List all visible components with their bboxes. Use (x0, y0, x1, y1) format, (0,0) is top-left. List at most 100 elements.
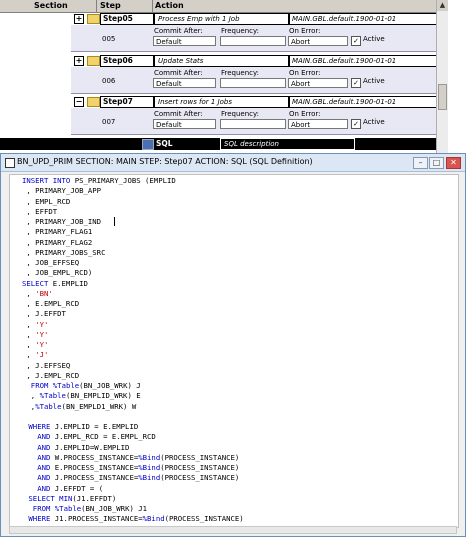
sql-line[interactable]: , PRIMARY_JOB_IND (22, 217, 101, 226)
sql-keyword: %Bind (142, 514, 165, 524)
scroll-thumb[interactable] (438, 84, 447, 110)
sql-text: (J1.EFFDT) (72, 493, 117, 503)
sql-line[interactable]: , PRIMARY_JOBS_SRC (22, 248, 105, 257)
sql-line[interactable]: , JOB_EFFSEQ (22, 258, 79, 267)
sql-text: E.PROCESS_INSTANCE= (50, 463, 139, 472)
sql-line[interactable]: , 'J' (22, 350, 48, 359)
sql-line[interactable]: FROM %Table(BN_JOB_WRK) J (22, 381, 141, 390)
sql-line[interactable]: , PRIMARY_FLAG2 (22, 238, 92, 247)
sql-line[interactable]: SELECT MIN(J1.EFFDT) (24, 494, 116, 503)
window-titlebar[interactable]: BN_UPD_PRIM SECTION: MAIN STEP: Step07 A… (1, 154, 465, 172)
sql-text: , (22, 350, 36, 360)
sql-line[interactable]: AND E.PROCESS_INSTANCE=%Bind(PROCESS_INS… (24, 463, 239, 472)
column-header-section[interactable]: Section (34, 1, 68, 10)
step-description[interactable]: Update Stats (154, 55, 289, 67)
window-app-icon (5, 158, 15, 168)
grid-vertical-scrollbar[interactable]: ▲ (436, 0, 448, 153)
sql-keyword: MIN (59, 493, 73, 503)
sql-line[interactable]: AND W.PROCESS_INSTANCE=%Bind(PROCESS_INS… (24, 453, 239, 462)
column-header-step[interactable]: Step (100, 1, 121, 10)
sql-line[interactable]: , 'Y' (22, 340, 48, 349)
on-error-select[interactable]: Abort (288, 119, 348, 129)
sql-text: J1.PROCESS_INSTANCE= (50, 514, 143, 524)
sql-keyword: SELECT (22, 278, 49, 288)
sql-line[interactable]: , PRIMARY_JOB_APP (22, 186, 101, 195)
step-block[interactable]: + Step05 Process Emp with 1 Job MAIN.GBL.de… (71, 13, 441, 53)
on-error-select[interactable]: Abort (288, 36, 348, 46)
sql-line[interactable]: , %Table(BN_EMPLID_WRK) E (22, 391, 141, 400)
sql-line[interactable]: AND J.EMPL_RCD = E.EMPL_RCD (24, 432, 156, 441)
sql-keyword: WHERE (28, 422, 51, 431)
commit-after-label: Commit After: (154, 27, 203, 35)
sql-string-literal: 'Y' (35, 319, 49, 329)
active-checkbox[interactable]: ✓ (351, 119, 361, 129)
scroll-up-arrow-icon[interactable]: ▲ (437, 0, 448, 11)
editor-horizontal-scrollbar[interactable] (9, 526, 457, 534)
maximize-button[interactable]: □ (429, 157, 444, 169)
expand-toggle-icon[interactable]: + (74, 14, 84, 24)
step-description[interactable]: Insert rows for 1 Jobs (154, 96, 289, 108)
on-error-label: On Error: (289, 69, 321, 77)
expand-toggle-icon[interactable]: + (74, 56, 84, 66)
sql-line[interactable]: , EFFDT (22, 207, 57, 216)
sql-line[interactable]: SELECT E.EMPLID (22, 279, 88, 288)
commit-after-select[interactable]: Default (153, 78, 216, 88)
close-button[interactable]: ✕ (446, 157, 461, 169)
sql-line[interactable]: , E.EMPL_RCD (22, 299, 79, 308)
step-name[interactable]: Step05 (100, 13, 154, 25)
active-label: Active (363, 77, 385, 85)
sql-line[interactable]: , J.EMPL_RCD (22, 371, 79, 380)
program-flow-grid: Section Step Action + Step05 Process Emp w… (0, 0, 474, 153)
sql-text: , J.EFFDT (22, 309, 66, 319)
sql-line[interactable]: , J.EFFSEQ (22, 361, 70, 370)
sql-line[interactable]: , PRIMARY_FLAG1 (22, 227, 92, 236)
frequency-field[interactable] (220, 36, 286, 46)
sql-line[interactable]: AND J.EMPLID=W.EMPLID (24, 443, 129, 452)
active-checkbox[interactable]: ✓ (351, 78, 361, 88)
sql-line[interactable]: , JOB_EMPL_RCD) (22, 268, 92, 277)
sql-keyword: AND (37, 483, 51, 493)
sql-definition-window: BN_UPD_PRIM SECTION: MAIN STEP: Step07 A… (0, 153, 466, 537)
expand-toggle-icon[interactable]: − (74, 97, 84, 107)
sql-line[interactable]: WHERE J.EMPLID = E.EMPLID (24, 422, 138, 431)
sql-line[interactable]: , J.EFFDT (22, 309, 66, 318)
frequency-field[interactable] (220, 119, 286, 129)
sql-text: , PRIMARY_JOBS_SRC (22, 247, 106, 257)
step-block[interactable]: − Step07 Insert rows for 1 Jobs MAIN.GBL.de… (71, 96, 441, 136)
step-name[interactable]: Step06 (100, 55, 154, 67)
sql-text: , JOB_EFFSEQ (22, 258, 80, 267)
folder-icon (87, 97, 100, 107)
minimize-button[interactable]: – (413, 157, 428, 169)
step-name[interactable]: Step07 (100, 96, 154, 108)
commit-after-select[interactable]: Default (153, 36, 216, 46)
on-error-select[interactable]: Abort (288, 78, 348, 88)
step-number: 006 (102, 77, 116, 85)
active-checkbox[interactable]: ✓ (351, 36, 361, 46)
sql-keyword: AND (37, 452, 51, 462)
commit-after-select[interactable]: Default (153, 119, 216, 129)
sql-editor[interactable]: INSERT INTO PS_PRIMARY_JOBS (EMPLID , PR… (9, 174, 459, 528)
sql-line[interactable]: WHERE J1.PROCESS_INSTANCE=%Bind(PROCESS_… (24, 514, 243, 524)
sql-line[interactable]: , 'BN' (22, 289, 52, 298)
sql-line[interactable]: , EMPL_RCD (22, 197, 70, 206)
step-description[interactable]: Process Emp with 1 Job (154, 13, 289, 25)
sql-line[interactable]: INSERT INTO PS_PRIMARY_JOBS (EMPLID (22, 176, 176, 185)
sql-line[interactable]: ,%Table(BN_EMPLD1_WRK) W (22, 402, 136, 411)
sql-line[interactable]: FROM %Table(BN_JOB_WRK) J1 (24, 504, 147, 513)
sql-text: (BN_EMPLID_WRK) E (65, 391, 141, 401)
sql-description-field[interactable]: SQL description (220, 138, 355, 150)
sql-text: , PRIMARY_FLAG1 (22, 227, 93, 237)
step-block[interactable]: + Step06 Update Stats MAIN.GBL.default.1900… (71, 55, 441, 95)
sql-line[interactable]: AND J.PROCESS_INSTANCE=%Bind(PROCESS_INS… (24, 473, 239, 482)
frequency-field[interactable] (220, 78, 286, 88)
column-header-action[interactable]: Action (155, 1, 184, 10)
sql-action-row[interactable]: SQL SQL description (0, 138, 436, 150)
sql-line[interactable]: AND J.EFFDT = ( (24, 484, 103, 493)
sql-line[interactable]: , 'Y' (22, 320, 48, 329)
sql-line[interactable]: , 'Y' (22, 330, 48, 339)
sql-text: (BN_JOB_WRK) J1 (81, 504, 148, 513)
